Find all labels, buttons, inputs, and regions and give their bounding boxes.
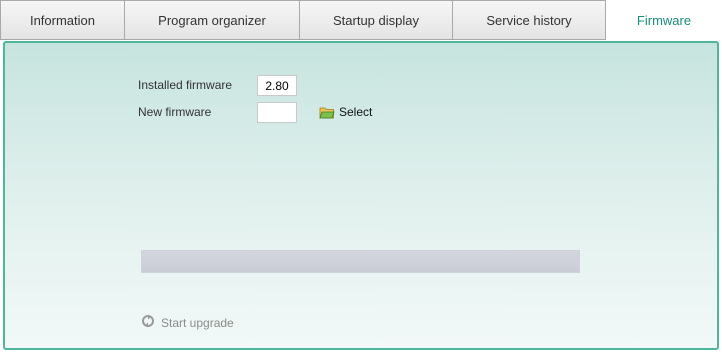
tab-program-organizer-label: Program organizer bbox=[158, 12, 266, 28]
tab-startup-display[interactable]: Startup display bbox=[300, 0, 453, 40]
start-upgrade-label: Start upgrade bbox=[161, 315, 234, 330]
start-upgrade-button[interactable]: Start upgrade bbox=[141, 314, 234, 331]
tab-firmware[interactable]: Firmware bbox=[606, 0, 722, 41]
new-firmware-label: New firmware bbox=[138, 105, 212, 119]
installed-firmware-label: Installed firmware bbox=[138, 78, 233, 92]
tab-information-label: Information bbox=[29, 12, 96, 28]
select-label: Select bbox=[339, 105, 373, 119]
folder-open-icon bbox=[319, 106, 335, 119]
installed-firmware-value: 2.80 bbox=[257, 75, 297, 96]
tab-firmware-label: Firmware bbox=[636, 13, 692, 28]
tab-program-organizer[interactable]: Program organizer bbox=[125, 0, 300, 40]
tab-service-history[interactable]: Service history bbox=[453, 0, 606, 40]
firmware-panel: Installed firmware 2.80 New firmware Sel… bbox=[3, 41, 719, 350]
tab-information[interactable]: Information bbox=[0, 0, 125, 40]
tab-bar: Information Program organizer Startup di… bbox=[0, 0, 722, 41]
tab-startup-display-label: Startup display bbox=[333, 12, 419, 28]
select-button[interactable]: Select bbox=[319, 103, 372, 121]
new-firmware-field[interactable] bbox=[257, 102, 297, 123]
refresh-icon bbox=[141, 314, 155, 331]
upgrade-progress-bar bbox=[141, 250, 580, 273]
tab-service-history-label: Service history bbox=[486, 12, 572, 28]
